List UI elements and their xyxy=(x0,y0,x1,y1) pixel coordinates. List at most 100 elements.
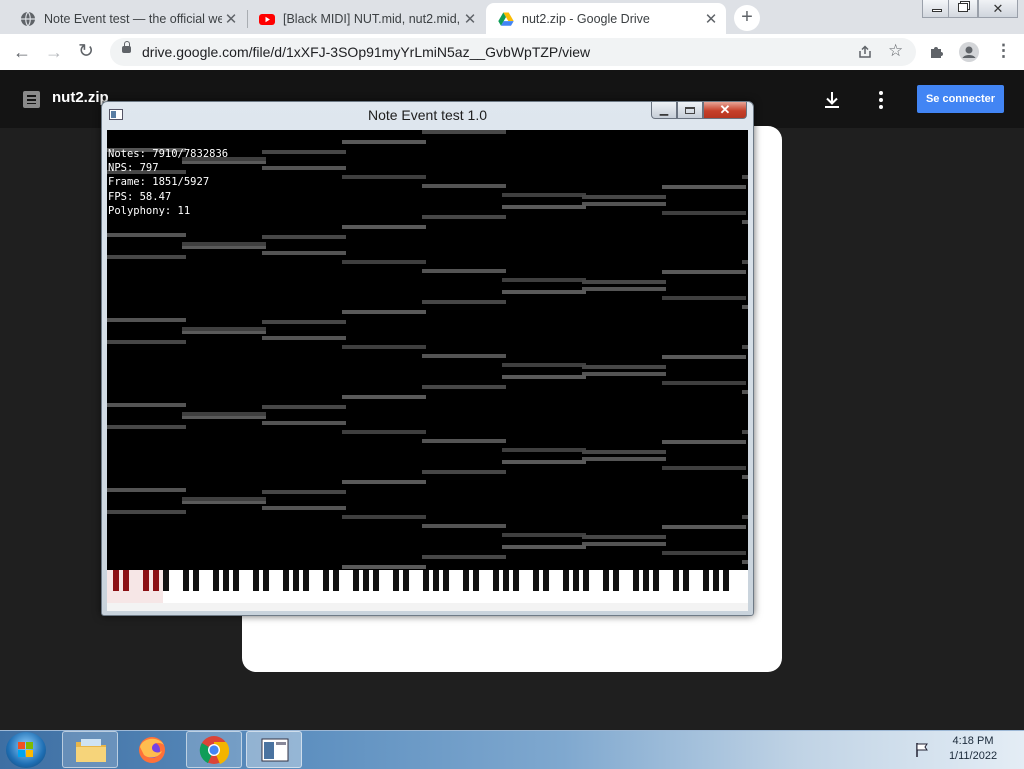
note-bar xyxy=(582,202,666,206)
tab-title: nut2.zip - Google Drive xyxy=(522,11,650,26)
lock-icon xyxy=(122,41,131,53)
black-key xyxy=(183,570,189,591)
action-center-flag-icon[interactable] xyxy=(914,742,930,758)
close-icon: ✕ xyxy=(719,102,731,117)
note-bar xyxy=(582,287,666,291)
black-key xyxy=(473,570,479,591)
taskbar-chrome-button[interactable] xyxy=(186,731,242,768)
note-bar xyxy=(262,166,346,170)
fps-value: FPS: 58.47 xyxy=(108,190,172,203)
note-bar xyxy=(182,497,266,501)
start-button[interactable] xyxy=(6,732,46,768)
app-title-bar[interactable]: Note Event test 1.0 ▁ ✕ xyxy=(102,102,753,128)
black-key xyxy=(393,570,399,591)
note-bar xyxy=(502,363,586,367)
tab-google-drive[interactable]: nut2.zip - Google Drive ✕ xyxy=(486,3,726,34)
close-tab-icon[interactable]: ✕ xyxy=(702,10,720,28)
app-window-icon xyxy=(261,738,289,762)
tab-note-event-test[interactable]: Note Event test — the official website ✕ xyxy=(8,3,246,34)
note-bar xyxy=(342,345,426,349)
note-bar xyxy=(662,355,746,359)
more-options-icon[interactable] xyxy=(872,90,890,110)
black-key xyxy=(213,570,219,591)
taskbar-firefox-button[interactable] xyxy=(124,731,180,768)
extensions-puzzle-icon[interactable] xyxy=(929,44,945,60)
app-close-button[interactable]: ✕ xyxy=(703,102,747,119)
note-bar xyxy=(422,130,506,134)
note-bar xyxy=(422,184,506,188)
youtube-icon xyxy=(259,13,275,25)
note-bar xyxy=(107,488,186,492)
note-bar xyxy=(422,470,506,474)
new-tab-button[interactable]: + xyxy=(734,5,760,31)
forward-arrow-icon[interactable]: → xyxy=(42,40,66,64)
note-bar xyxy=(662,525,746,529)
address-bar[interactable]: drive.google.com/file/d/1xXFJ-3SOp91myYr… xyxy=(110,38,916,66)
tab-black-midi-youtube[interactable]: [Black MIDI] NUT.mid, nut2.mid, nut3.mid… xyxy=(247,3,485,34)
note-bar xyxy=(502,460,586,464)
app-maximize-button[interactable] xyxy=(677,102,703,119)
note-event-test-window: Note Event test 1.0 ▁ ✕ Notes: 7910/7832… xyxy=(101,101,754,616)
note-bar xyxy=(502,545,586,549)
clock-date: 1/11/2022 xyxy=(948,750,998,762)
close-tab-icon[interactable]: ✕ xyxy=(222,10,240,28)
note-bar xyxy=(422,269,506,273)
note-bar xyxy=(107,403,186,407)
black-key xyxy=(433,570,439,591)
browser-menu-icon[interactable]: ⋮ xyxy=(995,41,1012,61)
note-bar xyxy=(262,150,346,154)
black-key xyxy=(613,570,619,591)
reload-icon[interactable]: ↻ xyxy=(74,40,98,64)
bookmark-star-icon[interactable]: ☆ xyxy=(888,41,903,61)
black-key xyxy=(193,570,199,591)
close-tab-icon[interactable]: ✕ xyxy=(461,10,479,28)
black-key xyxy=(163,570,169,591)
black-key xyxy=(493,570,499,591)
black-key xyxy=(323,570,329,591)
piano-keyboard xyxy=(107,570,748,611)
download-icon[interactable] xyxy=(822,90,842,110)
note-bar xyxy=(422,555,506,559)
black-key xyxy=(123,570,129,591)
black-key xyxy=(283,570,289,591)
note-bar xyxy=(502,533,586,537)
note-bar xyxy=(342,565,426,569)
note-bar xyxy=(582,280,666,284)
browser-tab-strip: Note Event test — the official website ✕… xyxy=(0,0,1024,34)
clock-time: 4:18 PM xyxy=(952,735,994,747)
note-bar xyxy=(662,296,746,300)
black-key xyxy=(713,570,719,591)
browser-restore-button[interactable] xyxy=(948,0,978,18)
note-bar xyxy=(342,515,426,519)
browser-close-button[interactable]: ✕ xyxy=(978,0,1018,18)
url-text: drive.google.com/file/d/1xXFJ-3SOp91myYr… xyxy=(142,44,591,60)
black-key xyxy=(583,570,589,591)
note-bar xyxy=(262,336,346,340)
note-bar xyxy=(342,310,426,314)
windows-logo-icon xyxy=(18,742,34,758)
share-icon[interactable] xyxy=(858,45,872,59)
note-bar xyxy=(742,390,748,394)
system-clock[interactable]: 4:18 PM 1/11/2022 xyxy=(940,734,1006,764)
black-key xyxy=(143,570,149,591)
note-bar xyxy=(107,340,186,344)
taskbar-note-event-button[interactable] xyxy=(246,731,302,768)
black-key xyxy=(153,570,159,591)
note-bar xyxy=(502,448,586,452)
note-bar xyxy=(262,421,346,425)
taskbar-explorer-button[interactable] xyxy=(62,731,118,768)
black-key xyxy=(643,570,649,591)
sign-in-button[interactable]: Se connecter xyxy=(917,85,1004,113)
note-bar xyxy=(662,211,746,215)
note-bar xyxy=(107,255,186,259)
black-key xyxy=(723,570,729,591)
black-key xyxy=(253,570,259,591)
note-bar xyxy=(182,327,266,331)
note-bar xyxy=(262,320,346,324)
back-arrow-icon[interactable]: ← xyxy=(10,40,34,64)
profile-avatar-icon[interactable] xyxy=(959,42,979,62)
note-bar xyxy=(262,251,346,255)
note-bar xyxy=(107,510,186,514)
app-minimize-button[interactable]: ▁ xyxy=(651,102,677,119)
note-bar xyxy=(662,185,746,189)
